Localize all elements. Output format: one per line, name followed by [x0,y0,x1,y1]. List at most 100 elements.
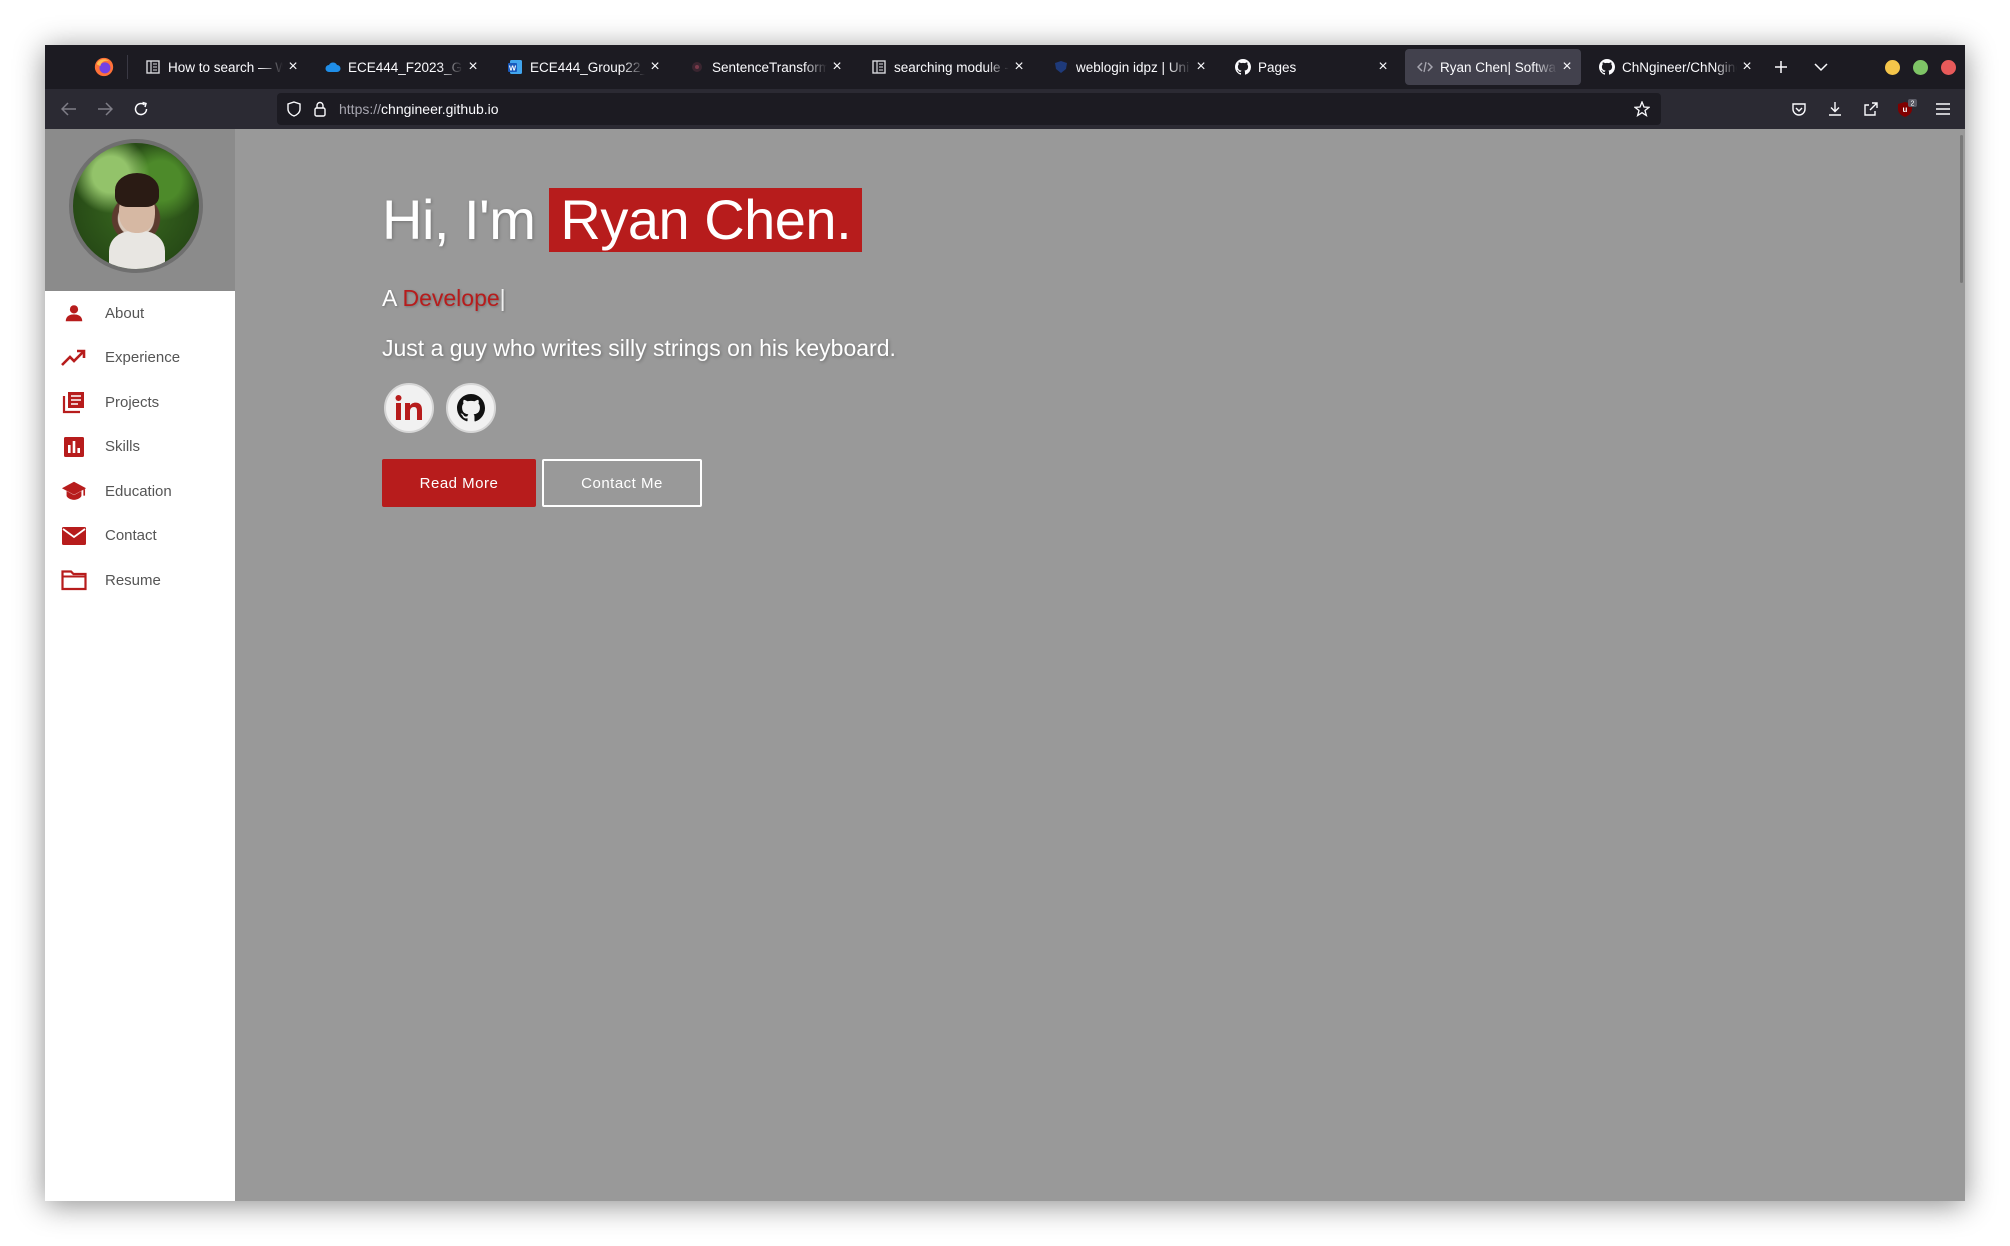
avatar [69,139,203,273]
url-bar[interactable]: https://chngineer.github.io [277,93,1661,125]
close-tab-icon[interactable]: × [463,58,483,76]
hero-name: Ryan Chen. [549,187,863,252]
share-icon [1864,102,1878,116]
sidebar-item-experience[interactable]: Experience [45,336,235,381]
sidebar-item-label: Skills [105,438,141,456]
tab-3[interactable]: SentenceTransform × [677,49,851,85]
sidebar-item-contact[interactable]: Contact [45,514,235,559]
forward-button[interactable] [91,95,119,123]
doc-icon [145,59,161,75]
sidebar-item-skills[interactable]: Skills [45,425,235,470]
tab-title: ECE444_Group22_M [530,59,645,75]
tab-title: SentenceTransform [712,59,827,75]
close-tab-icon[interactable]: × [1557,58,1577,76]
tab-7[interactable]: Ryan Chen| Softwa × [1405,49,1581,85]
browser-window: How to search — W × ECE444_F2023_Gro × W… [45,45,1965,1201]
library-books-icon [61,389,87,415]
cloud-icon [325,59,341,75]
tracking-protection-icon[interactable] [285,100,303,118]
pocket-button[interactable] [1785,95,1813,123]
url-host: chngineer.github.io [381,101,499,117]
sidebar-item-about[interactable]: About [45,291,235,336]
doc-icon [871,59,887,75]
contact-me-button[interactable]: Contact Me [542,459,702,507]
close-tab-icon[interactable]: × [1373,58,1393,76]
download-icon [1829,102,1841,116]
reload-icon [134,101,148,116]
svg-text:W: W [509,63,517,72]
share-button[interactable] [1857,95,1885,123]
sidebar-item-label: Contact [105,527,157,545]
sidebar-item-resume[interactable]: Resume [45,558,235,603]
tab-strip: How to search — W × ECE444_F2023_Gro × W… [45,45,1965,89]
arrow-left-icon [61,102,76,116]
github-icon [457,394,485,422]
sidebar-item-label: Education [105,482,172,500]
url-text[interactable]: https://chngineer.github.io [339,93,499,125]
downloads-button[interactable] [1821,95,1849,123]
minimize-button[interactable] [1885,60,1900,75]
sidebar-item-education[interactable]: Education [45,469,235,514]
maximize-button[interactable] [1913,60,1928,75]
school-icon [61,478,87,504]
tab-5[interactable]: weblogin idpz | Uni × [1041,49,1215,85]
lock-icon[interactable] [311,100,329,118]
github-icon [1599,59,1615,75]
sidebar-item-label: About [105,304,145,322]
chevron-down-icon [1814,63,1828,72]
hero-tagline: Just a guy who writes silly strings on h… [382,335,896,361]
person-icon [61,300,87,326]
tab-1[interactable]: ECE444_F2023_Gro × [313,49,487,85]
github-profile-button[interactable] [446,383,496,433]
navigation-toolbar: https://chngineer.github.io u2 [45,89,1965,129]
tab-0[interactable]: How to search — W × [133,49,307,85]
close-window-button[interactable] [1941,60,1956,75]
app-menu-button[interactable] [1929,95,1957,123]
close-tab-icon[interactable]: × [1191,58,1211,76]
tab-4[interactable]: searching module - × [859,49,1033,85]
profile-area [45,129,235,291]
back-button[interactable] [55,95,83,123]
extension-button[interactable]: u2 [1893,95,1921,123]
list-all-tabs-button[interactable] [1807,53,1835,81]
linkedin-button[interactable] [384,383,434,433]
tab-title: How to search — W [168,59,283,75]
tab-2[interactable]: W ECE444_Group22_M × [495,49,669,85]
bar-chart-icon [61,434,87,460]
close-tab-icon[interactable]: × [1737,58,1757,76]
web-page: About Experience Projects Skills Educati… [45,129,1965,1201]
reload-button[interactable] [127,95,155,123]
close-tab-icon[interactable]: × [645,58,665,76]
sidebar-item-label: Resume [105,571,161,589]
sidebar-nav: About Experience Projects Skills Educati… [45,291,235,603]
tab-6[interactable]: Pages × [1223,49,1397,85]
typed-role: A Develope| [382,285,506,312]
arrow-right-icon [98,102,113,116]
folder-icon [61,567,87,593]
close-tab-icon[interactable]: × [827,58,847,76]
tab-title: ChNgineer/ChNgine [1622,59,1737,75]
tab-title: weblogin idpz | Uni [1076,59,1190,75]
tab-title: Ryan Chen| Softwa [1440,59,1557,75]
close-tab-icon[interactable]: × [283,58,303,76]
hamburger-menu-icon [1936,103,1950,115]
word-icon: W [507,59,523,75]
pocket-icon [1792,103,1806,116]
svg-text:u: u [1903,105,1908,114]
bookmark-star-icon[interactable] [1633,100,1651,118]
firefox-icon[interactable] [93,56,115,78]
github-icon [1235,59,1251,75]
page-scrollbar[interactable] [1960,135,1963,283]
tab-title: Pages [1258,59,1297,75]
extension-badge: 2 [1911,101,1915,108]
close-tab-icon[interactable]: × [1009,58,1029,76]
mail-icon [61,523,87,549]
tab-8[interactable]: ChNgineer/ChNgine × [1587,49,1761,85]
url-scheme: https:// [339,101,382,117]
typed-word: Develope [402,285,500,311]
sidebar-item-projects[interactable]: Projects [45,380,235,425]
tab-title: ECE444_F2023_Gro [348,59,463,75]
read-more-button[interactable]: Read More [382,459,536,507]
typed-cursor: | [499,285,506,311]
new-tab-button[interactable] [1767,53,1795,81]
